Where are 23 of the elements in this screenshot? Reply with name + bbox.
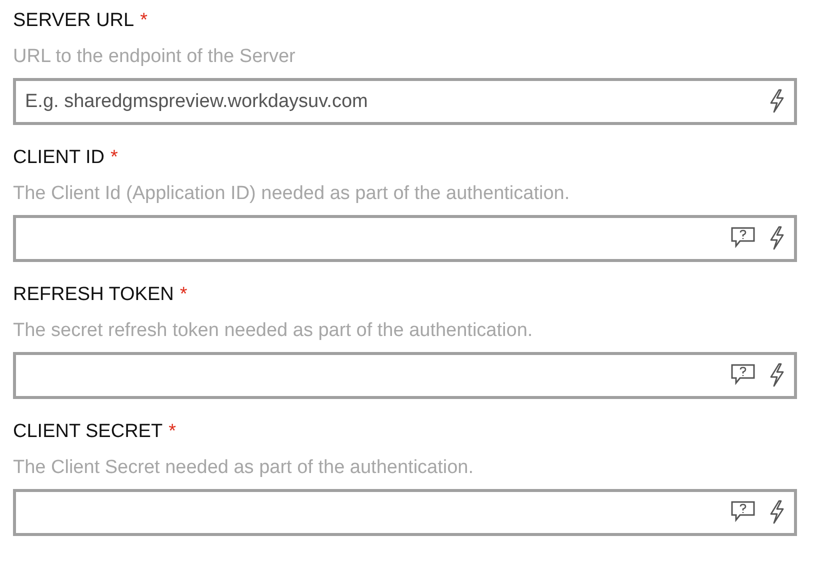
field-label: CLIENT SECRET — [13, 420, 163, 444]
field-description: URL to the endpoint of the Server — [13, 45, 296, 69]
required-mark: * — [140, 9, 148, 33]
help-bubble-icon[interactable] — [731, 227, 755, 249]
required-mark: * — [168, 420, 176, 444]
lightning-icon[interactable] — [769, 500, 785, 524]
input-field[interactable] — [13, 352, 797, 399]
input-field[interactable] — [13, 489, 797, 536]
field-description: The secret refresh token needed as part of the authentication. — [13, 319, 534, 343]
lightning-icon[interactable] — [769, 363, 785, 387]
field-description: The Client Secret needed as part of the authentication. — [13, 456, 475, 480]
lightning-icon[interactable] — [769, 89, 785, 113]
field-label: REFRESH TOKEN — [13, 283, 174, 307]
field-label: CLIENT ID — [13, 146, 105, 170]
field-description: The Client Id (Application ID) needed as part of the authentication. — [13, 182, 571, 206]
help-bubble-icon[interactable] — [731, 501, 755, 523]
help-bubble-icon[interactable] — [731, 364, 755, 386]
field-label: SERVER URL — [13, 9, 134, 33]
lightning-icon[interactable] — [769, 226, 785, 250]
required-mark: * — [110, 146, 118, 170]
input-field[interactable] — [13, 215, 797, 262]
input-field[interactable]: E.g. sharedgmspreview.workdaysuv.com — [13, 78, 797, 125]
required-mark: * — [180, 283, 188, 307]
